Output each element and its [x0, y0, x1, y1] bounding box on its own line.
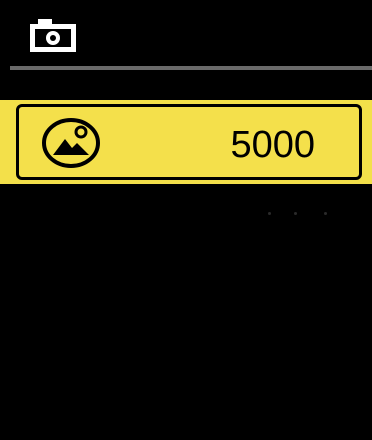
dot	[294, 212, 297, 215]
landscape-icon	[42, 118, 100, 168]
scroll-indicator-dots	[268, 212, 338, 220]
dot	[268, 212, 271, 215]
header-divider	[10, 66, 372, 70]
screen: 5000	[0, 0, 372, 440]
camera-icon[interactable]	[28, 18, 78, 54]
menu-item-value: 5000	[230, 124, 315, 166]
menu-item-scene[interactable]: 5000	[16, 104, 362, 180]
dot	[324, 212, 327, 215]
